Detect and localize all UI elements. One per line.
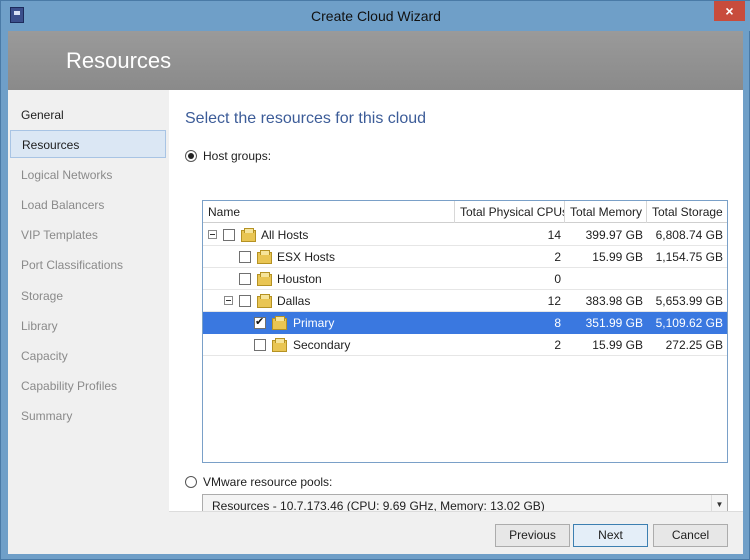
row-storage: 6,808.74 GB [655, 228, 723, 242]
nav-item-summary[interactable]: Summary [10, 402, 166, 430]
grid-header: Name Total Physical CPUs Total Memory To… [203, 201, 727, 223]
nav-item-general[interactable]: General [10, 101, 166, 129]
host-groups-grid: Name Total Physical CPUs Total Memory To… [202, 200, 728, 463]
nav-item-library[interactable]: Library [10, 312, 166, 340]
table-row[interactable]: Houston 0 [203, 268, 727, 290]
nav-item-load-balancers[interactable]: Load Balancers [10, 191, 166, 219]
collapse-icon[interactable] [224, 296, 233, 305]
nav-item-resources[interactable]: Resources [10, 130, 166, 158]
row-cpus: 14 [547, 228, 561, 242]
row-storage: 5,109.62 GB [655, 316, 723, 330]
row-checkbox[interactable] [223, 229, 235, 241]
row-name: ESX Hosts [277, 250, 336, 264]
table-row[interactable]: Dallas 12 383.98 GB 5,653.99 GB [203, 290, 727, 312]
row-storage [647, 268, 727, 290]
row-memory: 383.98 GB [585, 294, 643, 308]
wizard-nav: General Resources Logical Networks Load … [8, 90, 169, 554]
row-cpus: 0 [554, 272, 561, 286]
nav-item-capability-profiles[interactable]: Capability Profiles [10, 372, 166, 400]
row-memory [565, 268, 647, 290]
host-group-folder-icon [272, 316, 287, 330]
row-checkbox[interactable] [239, 273, 251, 285]
row-storage: 1,154.75 GB [655, 250, 723, 264]
table-row[interactable]: ESX Hosts 2 15.99 GB 1,154.75 GB [203, 246, 727, 268]
wizard-footer: Previous Next Cancel [169, 511, 743, 554]
section-title: Select the resources for this cloud [185, 110, 427, 127]
row-cpus: 12 [547, 294, 561, 308]
host-groups-label: Host groups: [203, 149, 272, 163]
cancel-button[interactable]: Cancel [653, 524, 728, 547]
collapse-icon[interactable] [208, 230, 217, 239]
nav-item-logical-networks[interactable]: Logical Networks [10, 161, 166, 189]
row-cpus: 8 [554, 316, 561, 330]
next-button[interactable]: Next [573, 524, 648, 547]
nav-item-vip-templates[interactable]: VIP Templates [10, 221, 166, 249]
row-memory: 15.99 GB [592, 338, 643, 352]
header-band: Resources [8, 31, 743, 90]
row-checkbox[interactable] [239, 251, 251, 263]
row-memory: 15.99 GB [592, 250, 643, 264]
close-button[interactable]: × [714, 1, 745, 21]
column-header-memory[interactable]: Total Memory [565, 201, 647, 223]
host-group-folder-icon [257, 294, 272, 308]
row-memory: 399.97 GB [585, 228, 643, 242]
page-title: Resources [66, 48, 172, 73]
row-name: All Hosts [261, 228, 309, 242]
column-header-cpus[interactable]: Total Physical CPUs [455, 201, 565, 223]
vmware-pools-option[interactable]: VMware resource pools: [185, 475, 332, 489]
table-row[interactable]: Secondary 2 15.99 GB 272.25 GB [203, 334, 727, 356]
host-group-folder-icon [257, 250, 272, 264]
previous-button[interactable]: Previous [495, 524, 570, 547]
host-groups-option[interactable]: Host groups: [185, 149, 271, 163]
nav-item-storage[interactable]: Storage [10, 282, 166, 310]
table-row[interactable]: All Hosts 14 399.97 GB 6,808.74 GB [203, 224, 727, 246]
row-name: Primary [293, 316, 335, 330]
host-group-folder-icon [241, 228, 256, 242]
row-checkbox[interactable] [239, 295, 251, 307]
wizard-window: Create Cloud Wizard × Resources General … [0, 0, 750, 560]
column-header-name[interactable]: Name [203, 201, 455, 223]
row-name: Houston [277, 272, 322, 286]
row-checkbox-checked[interactable] [254, 315, 266, 329]
title-bar[interactable]: Create Cloud Wizard × [1, 1, 750, 31]
vmware-pools-radio[interactable] [185, 476, 197, 488]
row-checkbox[interactable] [254, 339, 266, 351]
host-group-folder-icon [257, 272, 272, 286]
wizard-client: Resources General Resources Logical Netw… [8, 31, 743, 554]
row-storage: 272.25 GB [665, 338, 723, 352]
host-group-folder-icon [272, 338, 287, 352]
row-cpus: 2 [554, 338, 561, 352]
nav-item-port-classifications[interactable]: Port Classifications [10, 251, 166, 279]
row-cpus: 2 [554, 250, 561, 264]
row-memory: 351.99 GB [585, 316, 643, 330]
host-groups-radio[interactable] [185, 150, 197, 162]
vmware-pools-label: VMware resource pools: [203, 475, 333, 489]
nav-item-capacity[interactable]: Capacity [10, 342, 166, 370]
table-row-selected[interactable]: Primary 8 351.99 GB 5,109.62 GB [203, 312, 727, 334]
row-name: Dallas [277, 294, 311, 308]
row-name: Secondary [293, 338, 351, 352]
column-header-storage[interactable]: Total Storage [647, 201, 727, 223]
main-panel: Select the resources for this cloud Host… [169, 90, 743, 554]
row-storage: 5,653.99 GB [655, 294, 723, 308]
window-title: Create Cloud Wizard [311, 8, 441, 24]
